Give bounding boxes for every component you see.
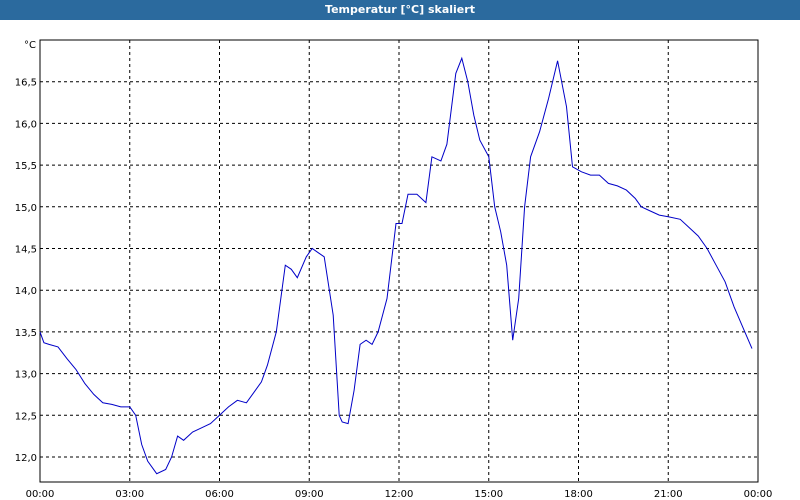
gridlines — [40, 40, 758, 482]
y-tick-label: 15,5 — [15, 161, 37, 172]
y-tick-label: 13,5 — [15, 328, 37, 339]
y-tick-label: 16,0 — [15, 119, 37, 130]
x-tick-time-label: 03:00 — [115, 489, 144, 500]
y-axis-unit-label: °C — [24, 40, 36, 51]
y-tick-label: 14,5 — [15, 244, 37, 255]
x-tick-time-label: 21:00 — [654, 489, 683, 500]
x-tick-time-label: 12:00 — [385, 489, 414, 500]
y-tick-label: 12,0 — [15, 453, 37, 464]
y-tick-label: 13,0 — [15, 370, 37, 381]
chart-title: Temperatur [°C] skaliert — [0, 0, 800, 20]
y-tick-label: 12,5 — [15, 411, 37, 422]
x-tick-time-label: 00:00 — [26, 489, 55, 500]
y-tick-label: 15,0 — [15, 203, 37, 214]
x-tick-labels: 00:0029.04.2003:0029.04.2006:0029.04.200… — [26, 489, 773, 500]
x-tick-time-label: 15:00 — [474, 489, 503, 500]
x-tick-time-label: 18:00 — [564, 489, 593, 500]
y-tick-labels: 12,0 12,5 13,0 13,5 14,0 14,5 15,0 15,5 16,0 16,5 — [15, 78, 37, 464]
y-tick-label: 14,0 — [15, 286, 37, 297]
temperature-series-line — [39, 56, 753, 475]
x-tick-time-label: 06:00 — [205, 489, 234, 500]
x-tick-time-label: 00:00 — [744, 489, 773, 500]
temperature-chart: °C 12,012,513,013,514,014,515,015,516,01… — [15, 39, 773, 500]
y-tick-label: 16,5 — [15, 78, 37, 89]
x-tick-time-label: 09:00 — [295, 489, 324, 500]
